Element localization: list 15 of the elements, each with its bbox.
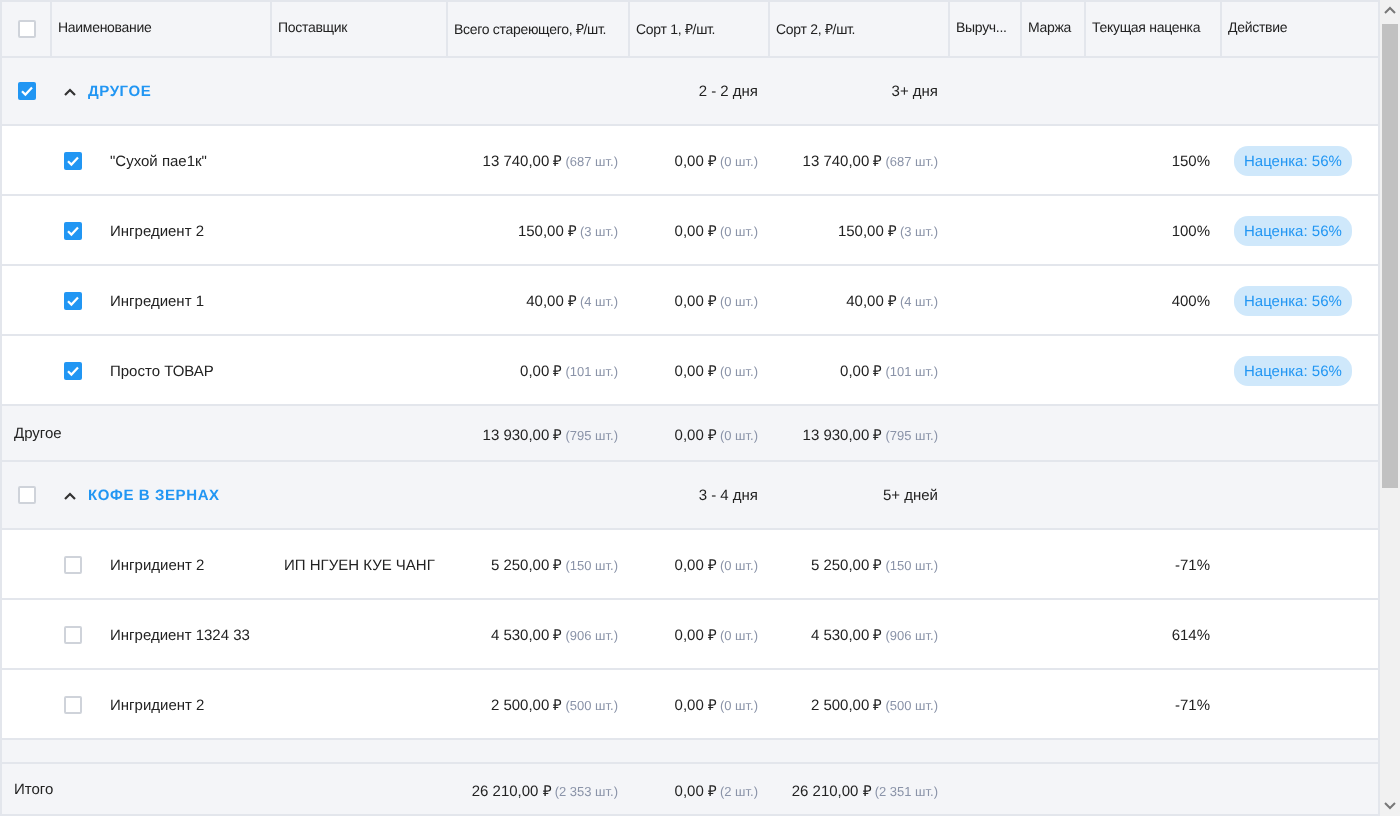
row-checkbox[interactable] [64,361,82,379]
scroll-up-icon[interactable] [1384,6,1396,14]
group-checkbox[interactable] [18,82,36,100]
scrollbar[interactable] [1380,0,1400,816]
row-checkbox[interactable] [64,555,82,573]
caret-icon[interactable] [64,491,76,499]
caret-icon[interactable] [64,87,76,95]
scroll-down-icon[interactable] [1384,802,1396,810]
select-all-checkbox[interactable] [17,20,35,38]
row-checkbox[interactable] [64,151,82,169]
group-checkbox[interactable] [18,486,36,504]
row-checkbox[interactable] [64,291,82,309]
row-checkbox[interactable] [64,695,82,713]
row-checkbox[interactable] [64,625,82,643]
row-checkbox[interactable] [64,221,82,239]
